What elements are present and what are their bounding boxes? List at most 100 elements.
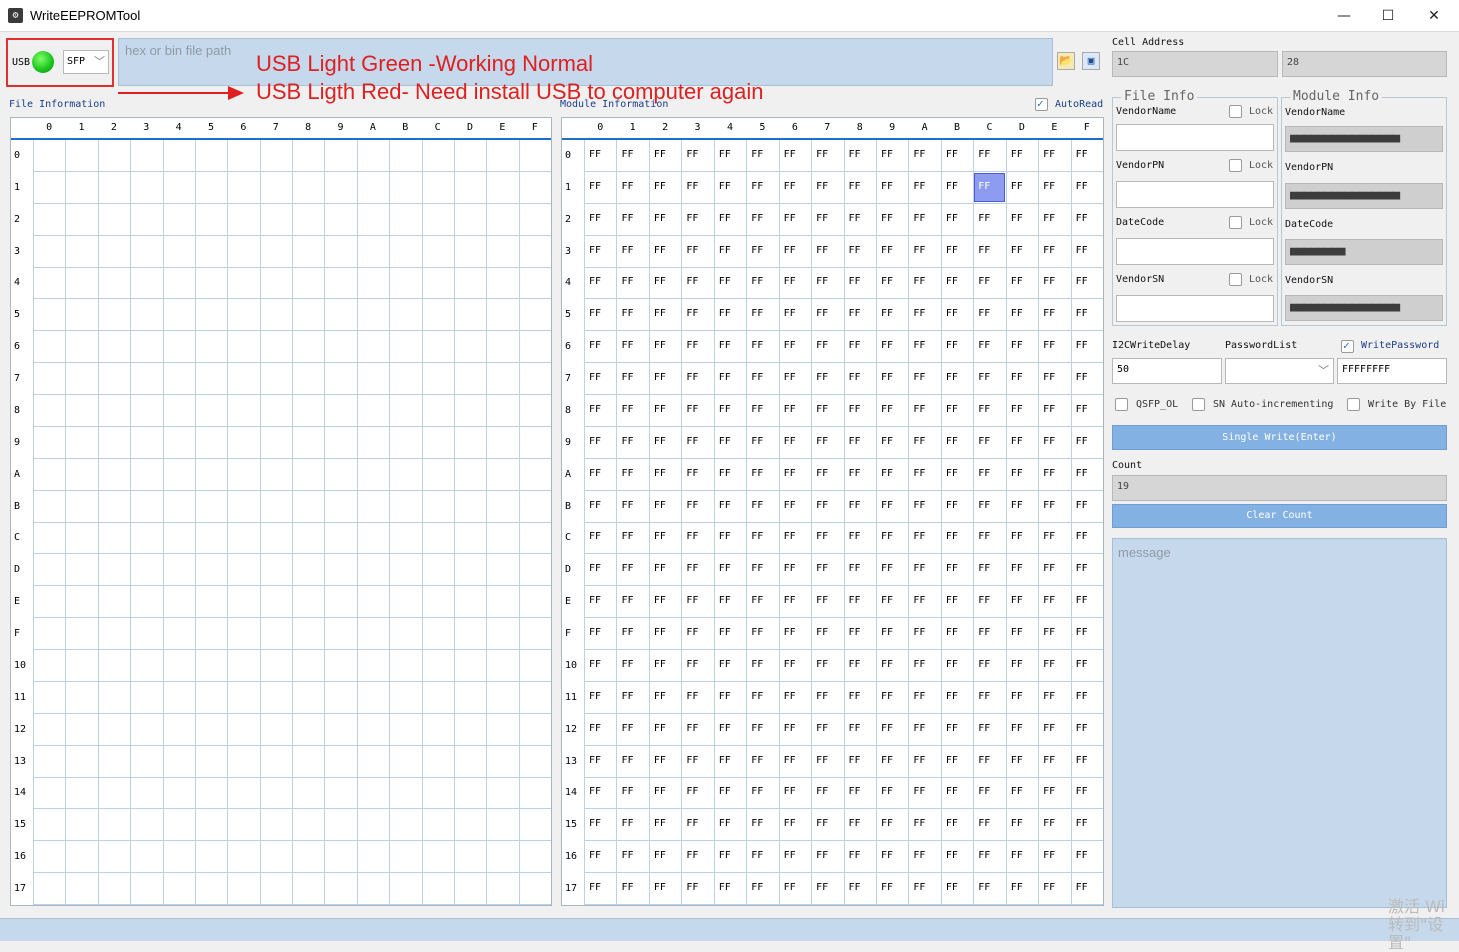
grid-cell[interactable]: FF: [589, 404, 601, 415]
grid-cell[interactable]: FF: [816, 213, 828, 224]
grid-cell[interactable]: FF: [978, 436, 990, 447]
grid-cell[interactable]: FF: [654, 340, 666, 351]
grid-cell[interactable]: FF: [1076, 531, 1088, 542]
grid-cell[interactable]: FF: [946, 818, 958, 829]
grid-cell[interactable]: FF: [1076, 276, 1088, 287]
grid-cell[interactable]: FF: [686, 372, 698, 383]
grid-cell[interactable]: FF: [1043, 691, 1055, 702]
grid-cell[interactable]: FF: [719, 245, 731, 256]
password-input[interactable]: FFFFFFFF: [1337, 358, 1447, 384]
grid-cell[interactable]: FF: [654, 181, 666, 192]
file-datecode-input[interactable]: [1116, 238, 1274, 265]
grid-cell[interactable]: FF: [621, 723, 633, 734]
save-icon[interactable]: ▣: [1082, 52, 1100, 70]
single-write-button[interactable]: Single Write(Enter): [1112, 425, 1447, 450]
grid-cell[interactable]: FF: [1043, 308, 1055, 319]
grid-cell[interactable]: FF: [1043, 627, 1055, 638]
grid-cell[interactable]: FF: [621, 436, 633, 447]
grid-cell[interactable]: FF: [751, 500, 763, 511]
grid-cell[interactable]: FF: [1043, 372, 1055, 383]
grid-cell[interactable]: FF: [1043, 818, 1055, 829]
grid-cell[interactable]: FF: [621, 850, 633, 861]
grid-cell[interactable]: FF: [751, 276, 763, 287]
grid-cell[interactable]: FF: [719, 786, 731, 797]
grid-cell[interactable]: FF: [751, 213, 763, 224]
autoread-checkbox[interactable]: [1035, 97, 1048, 111]
grid-cell[interactable]: FF: [946, 500, 958, 511]
grid-cell[interactable]: FF: [589, 818, 601, 829]
grid-cell[interactable]: FF: [751, 818, 763, 829]
grid-cell[interactable]: FF: [849, 181, 861, 192]
grid-cell[interactable]: FF: [719, 882, 731, 893]
grid-cell[interactable]: FF: [978, 627, 990, 638]
grid-cell[interactable]: FF: [946, 340, 958, 351]
grid-cell[interactable]: FF: [946, 372, 958, 383]
grid-cell[interactable]: FF: [978, 340, 990, 351]
grid-cell[interactable]: FF: [686, 755, 698, 766]
grid-cell[interactable]: FF: [816, 563, 828, 574]
grid-cell[interactable]: FF: [816, 818, 828, 829]
grid-cell[interactable]: FF: [1076, 340, 1088, 351]
grid-cell[interactable]: FF: [881, 531, 893, 542]
grid-cell[interactable]: FF: [881, 595, 893, 606]
grid-cell[interactable]: FF: [978, 850, 990, 861]
grid-cell[interactable]: FF: [686, 308, 698, 319]
grid-cell[interactable]: FF: [654, 531, 666, 542]
grid-cell[interactable]: FF: [589, 372, 601, 383]
grid-cell[interactable]: FF: [1011, 627, 1023, 638]
grid-cell[interactable]: FF: [849, 404, 861, 415]
grid-cell[interactable]: FF: [686, 627, 698, 638]
grid-cell[interactable]: FF: [1043, 276, 1055, 287]
grid-cell[interactable]: FF: [784, 850, 796, 861]
grid-cell[interactable]: FF: [946, 723, 958, 734]
grid-cell[interactable]: FF: [881, 340, 893, 351]
grid-cell[interactable]: FF: [621, 755, 633, 766]
clear-count-button[interactable]: Clear Count: [1112, 504, 1447, 528]
module-info-grid[interactable]: 0 1 2 3 4 5 6 7 8 9 A B C D E F 0 FF FF FF FF FF FF FF FF FF FF FF F…: [561, 117, 1104, 906]
grid-cell[interactable]: FF: [654, 404, 666, 415]
grid-cell[interactable]: FF: [784, 882, 796, 893]
grid-cell[interactable]: FF: [816, 500, 828, 511]
grid-cell[interactable]: FF: [686, 882, 698, 893]
grid-cell[interactable]: FF: [686, 276, 698, 287]
grid-cell[interactable]: FF: [621, 213, 633, 224]
grid-cell[interactable]: FF: [686, 818, 698, 829]
grid-cell[interactable]: FF: [1076, 627, 1088, 638]
grid-cell[interactable]: FF: [978, 595, 990, 606]
grid-cell[interactable]: FF: [913, 276, 925, 287]
grid-cell[interactable]: FF: [946, 276, 958, 287]
grid-cell[interactable]: FF: [784, 786, 796, 797]
grid-cell[interactable]: FF: [978, 372, 990, 383]
grid-cell[interactable]: FF: [751, 436, 763, 447]
grid-cell[interactable]: FF: [1043, 436, 1055, 447]
grid-cell[interactable]: FF: [621, 595, 633, 606]
grid-cell[interactable]: FF: [946, 531, 958, 542]
grid-cell[interactable]: FF: [881, 500, 893, 511]
vendorname-lock-checkbox[interactable]: [1229, 105, 1242, 118]
grid-cell[interactable]: FF: [654, 563, 666, 574]
grid-cell[interactable]: FF: [913, 850, 925, 861]
grid-cell[interactable]: FF: [1011, 531, 1023, 542]
grid-cell[interactable]: FF: [654, 245, 666, 256]
grid-cell[interactable]: FF: [719, 850, 731, 861]
grid-cell[interactable]: FF: [1076, 595, 1088, 606]
grid-cell[interactable]: FF: [751, 468, 763, 479]
maximize-button[interactable]: ☐: [1365, 0, 1411, 32]
grid-cell[interactable]: FF: [719, 595, 731, 606]
grid-cell[interactable]: FF: [913, 659, 925, 670]
grid-cell[interactable]: FF: [784, 436, 796, 447]
grid-cell[interactable]: FF: [1076, 149, 1088, 160]
grid-cell[interactable]: FF: [946, 786, 958, 797]
grid-cell[interactable]: FF: [816, 468, 828, 479]
grid-cell[interactable]: FF: [978, 308, 990, 319]
grid-cell[interactable]: FF: [816, 755, 828, 766]
grid-cell[interactable]: FF: [978, 500, 990, 511]
grid-cell[interactable]: FF: [719, 691, 731, 702]
grid-cell[interactable]: FF: [686, 213, 698, 224]
grid-cell[interactable]: FF: [1043, 181, 1055, 192]
grid-cell[interactable]: FF: [816, 404, 828, 415]
grid-cell[interactable]: FF: [751, 563, 763, 574]
grid-cell[interactable]: FF: [751, 245, 763, 256]
grid-cell[interactable]: FF: [1076, 563, 1088, 574]
grid-cell[interactable]: FF: [1043, 882, 1055, 893]
